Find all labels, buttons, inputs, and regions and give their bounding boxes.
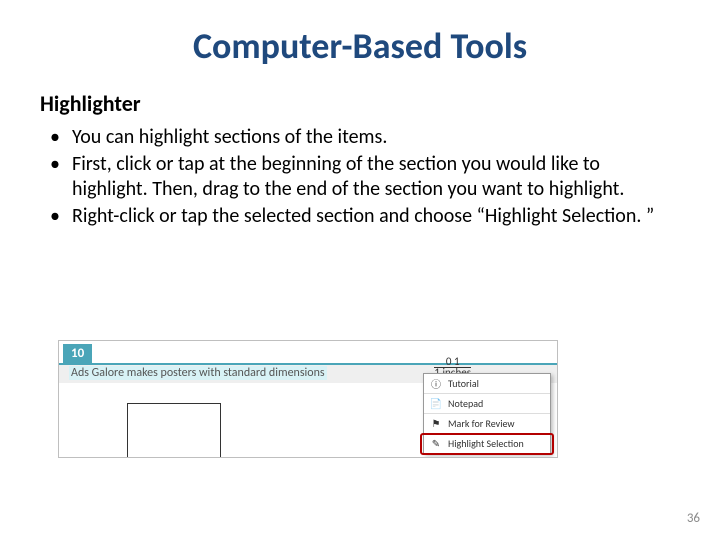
menu-item-label: Highlight Selection (448, 437, 524, 450)
bullet-item: You can highlight sections of the items. (68, 125, 680, 150)
menu-item-label: Mark for Review (448, 417, 515, 430)
poster-rectangle (127, 403, 221, 458)
slide-title: Computer-Based Tools (40, 24, 680, 68)
screenshot-figure: 10 Ads Galore makes posters with standar… (58, 340, 558, 458)
bullet-item: First, click or tap at the beginning of … (68, 152, 680, 202)
context-menu: ⓘ Tutorial 📄 Notepad ⚑ Mark for Review ✎… (423, 373, 551, 454)
info-icon: ⓘ (430, 378, 442, 390)
slide: Computer-Based Tools Highlighter You can… (0, 0, 720, 540)
notepad-icon: 📄 (430, 398, 442, 410)
menu-item-mark-for-review[interactable]: ⚑ Mark for Review (424, 414, 550, 434)
menu-item-highlight-selection[interactable]: ✎ Highlight Selection (424, 434, 550, 453)
slide-subheading: Highlighter (40, 90, 680, 117)
menu-item-label: Tutorial (448, 377, 479, 390)
menu-item-tutorial[interactable]: ⓘ Tutorial (424, 374, 550, 394)
question-number-tab[interactable]: 10 (63, 344, 92, 363)
bullet-item: Right-click or tap the selected section … (68, 204, 680, 229)
menu-item-notepad[interactable]: 📄 Notepad (424, 394, 550, 414)
highlighter-icon: ✎ (430, 438, 442, 450)
slide-number: 36 (687, 511, 700, 526)
menu-item-label: Notepad (448, 397, 483, 410)
highlighted-prompt-text: Ads Galore makes posters with standard d… (69, 366, 327, 380)
bullet-list: You can highlight sections of the items.… (40, 125, 680, 229)
figure-tab-bar: 10 (59, 341, 557, 365)
flag-icon: ⚑ (430, 418, 442, 430)
